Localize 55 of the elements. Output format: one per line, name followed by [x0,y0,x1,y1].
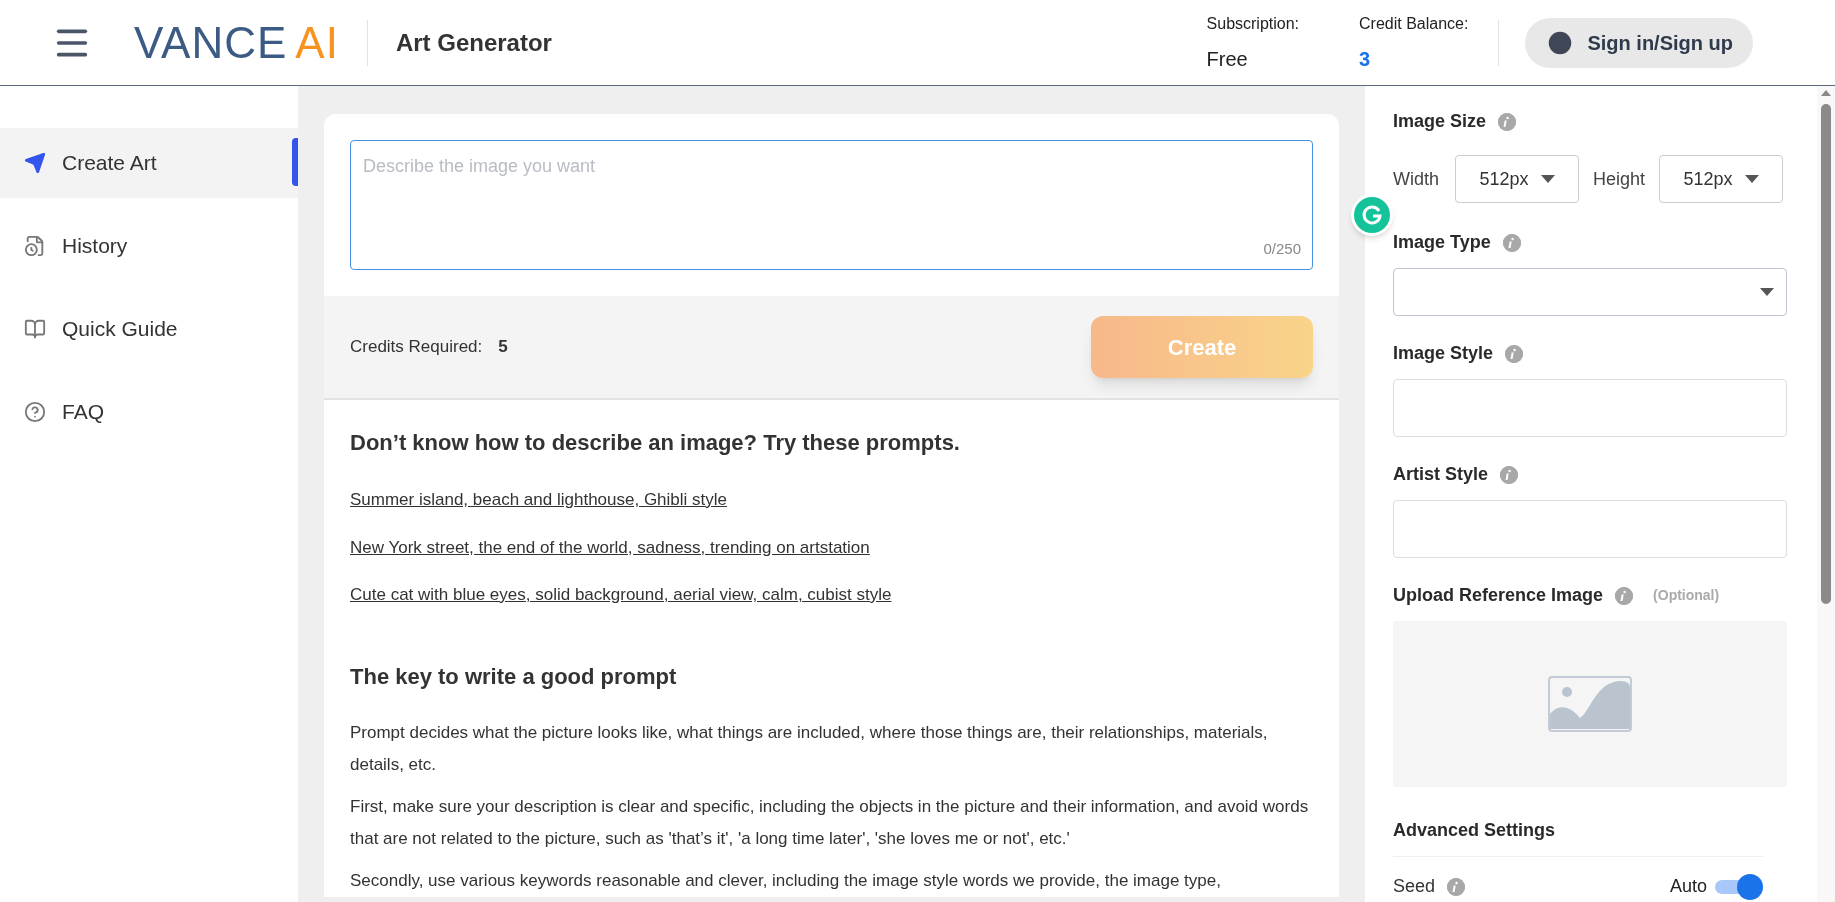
sign-in-button[interactable]: Sign in/Sign up [1525,17,1753,68]
section-heading: The key to write a good prompt [350,662,678,691]
seed-label: Seed [1393,875,1436,898]
example-prompt-link[interactable]: Cute cat with blue eyes, solid background, aerial view, calm, cubist style [350,582,892,608]
artist-style-field[interactable] [1393,500,1787,558]
credit-balance-label: Credit Balance: [1359,13,1469,34]
info-icon[interactable] [1498,112,1517,131]
scrollbar[interactable] [1817,86,1835,902]
optional-note: (Optional) [1653,586,1720,605]
caret-icon [1540,175,1555,183]
book-icon [24,318,46,340]
section-heading: Don’t know how to describe an image? Try these prompts. [350,429,961,457]
seed-mode-label: Auto [1669,875,1707,898]
section-label: Artist Style [1393,463,1489,486]
section-label: Upload Reference Image [1393,584,1604,607]
help-icon [24,401,46,423]
caret-icon [1760,288,1774,296]
paragraph: Prompt decides what the picture looks like, what things are included, where those things are, their relationships, materials, details, etc. [350,721,1269,776]
info-icon[interactable] [1502,233,1521,252]
info-icon[interactable] [1505,344,1524,363]
width-dropdown[interactable]: 512px [1455,155,1579,203]
section-label: Image Style [1393,342,1494,365]
width-label: Width [1393,167,1439,191]
history-icon [24,235,46,257]
height-label: Height [1593,167,1646,191]
section-label: Image Size [1393,110,1487,133]
info-icon[interactable] [1500,465,1519,484]
example-prompt-link[interactable]: Summer island, beach and lighthouse, Ghibli style [350,487,728,513]
height-dropdown[interactable]: 512px [1659,155,1784,203]
logo[interactable]: VANCE AI [134,20,339,65]
character-counter: 0/250 [1263,238,1301,259]
image-icon [1548,676,1632,732]
image-style-field[interactable] [1393,379,1787,437]
paragraph: Secondly, use various keywords reasonable and clever, including the image style words we provide, the image type, [350,869,1222,892]
active-indicator [292,138,298,186]
info-icon[interactable] [1615,586,1634,605]
credit-balance-value: 3 [1359,46,1372,72]
send-icon [24,152,46,174]
upload-area[interactable] [1393,621,1787,787]
paragraph: First, make sure your description is clear and specific, including the objects in the picture and their information, and avoid words that are not related to the picture, such as 'that’s it', 'a long time later', 'she loves me or not', etc.' [350,795,1310,850]
subscription-label: Subscription: [1206,13,1300,34]
info-icon[interactable] [1447,877,1466,896]
subscription-value: Free [1206,46,1249,72]
caret-icon [1744,175,1759,183]
sidebar-item[interactable]: Create Art [0,128,298,198]
example-prompt-link[interactable]: New York street, the end of the world, sadness, trending on artstation [350,534,870,560]
product-title: Art Generator [395,27,552,58]
image-type-dropdown[interactable] [1393,268,1787,316]
credits-value: 5 [498,336,508,359]
credits-label: Credits Required: [350,336,483,359]
section-label: Image Type [1393,231,1491,254]
scroll-up-icon[interactable] [1821,90,1831,96]
grammar-assistant-badge[interactable] [1351,194,1393,236]
section-label: Advanced Settings [1393,819,1557,842]
auto-seed-toggle[interactable] [1715,873,1763,900]
